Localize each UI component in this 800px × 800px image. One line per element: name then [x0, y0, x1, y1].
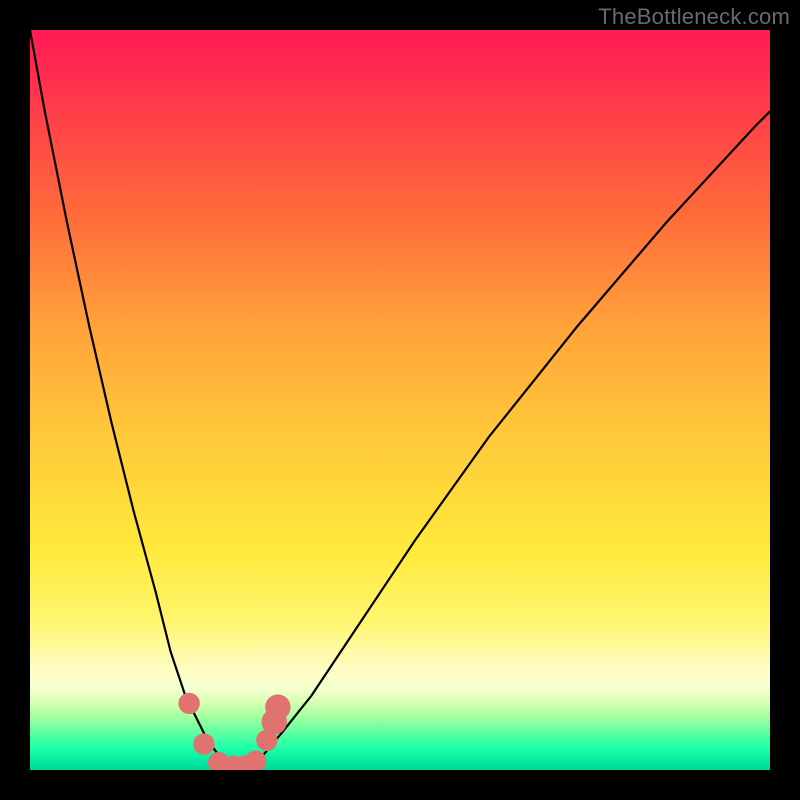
curve-marker [265, 694, 290, 719]
watermark-text: TheBottleneck.com [598, 4, 790, 30]
plot-area [30, 30, 770, 770]
curve-marker [178, 693, 199, 714]
bottleneck-curve [30, 30, 770, 766]
curve-marker [193, 733, 214, 754]
curve-markers [178, 693, 290, 770]
curve-layer [30, 30, 770, 770]
chart-frame: TheBottleneck.com [0, 0, 800, 800]
curve-marker [245, 750, 266, 770]
